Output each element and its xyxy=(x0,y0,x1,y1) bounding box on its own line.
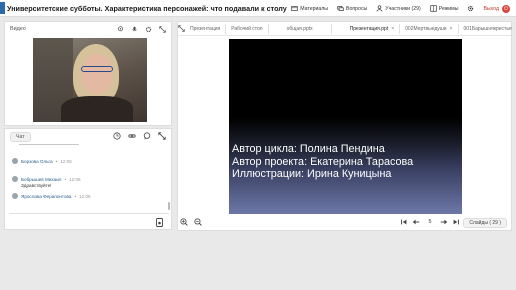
chat-message: Бобрышев Михаил • 12:06 Здравствуйте! xyxy=(12,176,81,188)
logo xyxy=(0,2,5,14)
last-page-icon[interactable] xyxy=(452,218,460,226)
modes-button[interactable]: Режимы xyxy=(430,5,459,12)
gear-icon xyxy=(468,5,474,12)
participants-button[interactable]: Участники (29) xyxy=(376,5,421,12)
exit-label: Выход xyxy=(483,5,499,12)
chat-message: Борзова Ольга • 12:05 xyxy=(12,158,72,164)
webcam-video xyxy=(33,38,147,122)
questions-button[interactable]: Вопросы xyxy=(337,5,367,12)
zoom-in-icon[interactable] xyxy=(180,218,188,226)
header-actions: Материалы Вопросы Участники (29) Режимы … xyxy=(291,0,510,17)
slides-count-button[interactable]: Слайды ( 29 ) xyxy=(463,218,507,228)
previous-page-icon[interactable] xyxy=(412,218,420,226)
tab-peasant-girl[interactable]: 001Барышнякрестья xyxy=(459,24,516,34)
slide-text: Автор цикла: Полина Пендина Автор проект… xyxy=(232,143,413,181)
message-time: 12:06 xyxy=(79,193,91,199)
fullscreen-button[interactable] xyxy=(178,25,185,32)
avatar xyxy=(12,193,18,199)
location-icon[interactable] xyxy=(117,25,124,33)
message-time: 12:06 xyxy=(69,176,81,182)
expand-icon xyxy=(178,25,185,32)
video-panel-header: Видео xyxy=(5,22,171,36)
presentation-panel: Презентация Рабочий стол общая.pptx През… xyxy=(177,21,512,231)
user-icon xyxy=(376,5,383,12)
emoji-icon[interactable] xyxy=(156,218,163,227)
close-icon[interactable]: × xyxy=(450,24,453,34)
tab-label: 002Мертвыедуши xyxy=(405,25,447,32)
divider xyxy=(19,144,79,145)
chat-tab[interactable]: Чат xyxy=(10,132,31,142)
top-bar: Университетские субботы. Характеристика … xyxy=(0,0,516,17)
zoom-controls xyxy=(180,218,202,226)
materials-icon xyxy=(291,6,298,11)
video-controls xyxy=(117,25,166,33)
questions-icon xyxy=(337,6,344,11)
questions-label: Вопросы xyxy=(346,5,368,12)
avatar xyxy=(12,158,18,164)
document-tabs: Презентация Рабочий стол общая.pptx През… xyxy=(178,22,512,36)
microphone-icon[interactable] xyxy=(131,26,138,33)
modes-icon xyxy=(430,5,437,12)
slide-line: Иллюстрации: Ирина Куницына xyxy=(232,168,392,180)
chat-scrollbar[interactable] xyxy=(168,202,170,210)
tab-dead-souls[interactable]: 002Мертвыедуши × xyxy=(400,23,459,34)
slide-pager: 5 xyxy=(400,218,460,226)
next-page-icon[interactable] xyxy=(440,218,448,226)
tab-common-pptx[interactable]: общая.pptx xyxy=(269,23,332,34)
slide-line: Автор цикла: Полина Пендина xyxy=(232,143,385,155)
video-panel-title: Видео xyxy=(10,26,26,32)
link-icon[interactable] xyxy=(128,132,136,140)
video-panel: Видео xyxy=(4,21,172,126)
participants-label: Участники (29) xyxy=(385,5,421,12)
zoom-out-icon[interactable] xyxy=(194,218,202,226)
chat-message: Ярослава Ферапонтова • 12:06 xyxy=(12,193,91,199)
message-author: Бобрышев Михаил xyxy=(21,176,62,182)
materials-label: Материалы xyxy=(300,5,329,12)
settings-button[interactable] xyxy=(467,5,474,12)
tab-label: общая.pptx xyxy=(286,25,313,32)
message-icon[interactable] xyxy=(143,132,151,140)
tab-presentation[interactable]: Презентация xyxy=(185,23,227,34)
tab-label: Презентация.ppt xyxy=(349,25,389,32)
history-icon[interactable] xyxy=(113,132,121,140)
modes-label: Режимы xyxy=(438,5,459,12)
expand-icon[interactable] xyxy=(159,25,166,33)
tab-active-presentation[interactable]: Презентация.ppt × xyxy=(332,23,401,34)
exit-button[interactable]: Выход ⏻ xyxy=(483,4,510,13)
tab-label: 001Барышнякрестья xyxy=(463,25,512,32)
app-window: Университетские субботы. Характеристика … xyxy=(0,0,516,290)
slide-canvas: Автор цикла: Полина Пендина Автор проект… xyxy=(229,39,462,214)
exit-icon: ⏻ xyxy=(502,4,510,13)
chat-controls xyxy=(113,132,166,140)
expand-icon[interactable] xyxy=(158,132,166,140)
tab-label: Презентация xyxy=(190,25,221,32)
avatar xyxy=(12,176,18,182)
chat-panel: Чат Борзова Ольга • 12:05 Бобрышев Михаи… xyxy=(4,128,172,230)
message-author: Ярослава Ферапонтова xyxy=(21,193,72,199)
tab-label: Рабочий стол xyxy=(231,25,263,32)
message-author: Борзова Ольга xyxy=(21,158,53,164)
materials-button[interactable]: Материалы xyxy=(291,5,328,12)
chat-input[interactable] xyxy=(9,213,169,228)
first-page-icon[interactable] xyxy=(400,218,408,226)
message-text: Здравствуйте! xyxy=(21,183,52,188)
close-icon[interactable]: × xyxy=(391,24,394,34)
slide-line: Автор проекта: Екатерина Тарасова xyxy=(232,155,414,168)
gear-icon[interactable] xyxy=(145,26,152,33)
page-number[interactable]: 5 xyxy=(424,219,436,225)
tab-desktop[interactable]: Рабочий стол xyxy=(226,23,269,34)
page-title: Университетские субботы. Характеристика … xyxy=(7,3,287,13)
message-time: 12:05 xyxy=(60,158,72,164)
